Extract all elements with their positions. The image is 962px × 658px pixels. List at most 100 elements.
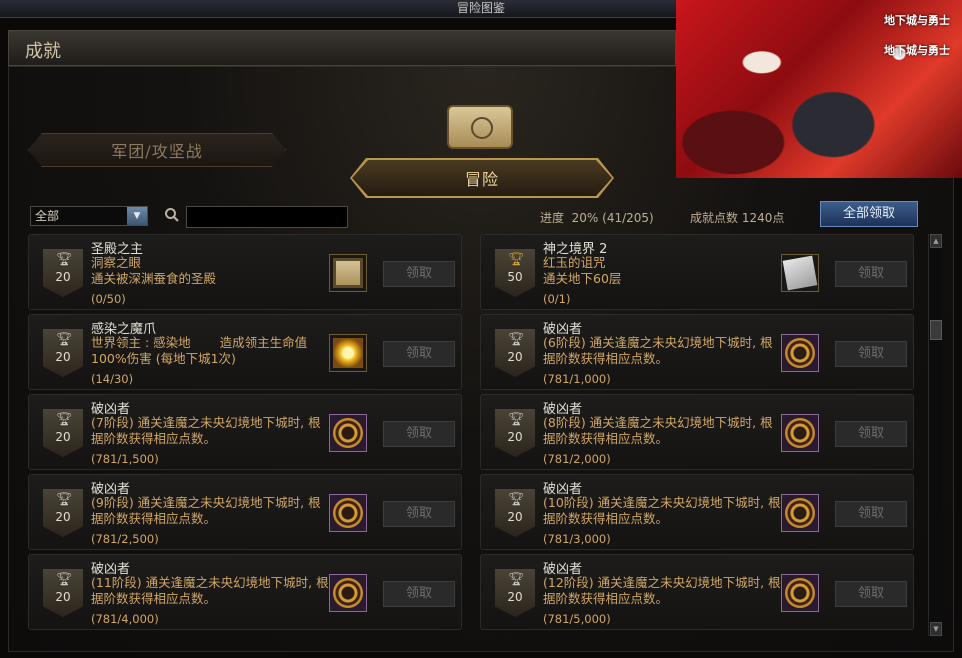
points-summary: 成就点数 1240点 <box>690 209 784 226</box>
reward-item[interactable] <box>781 254 819 292</box>
achievement-description: (11阶段) 通关逢魔之未央幻境地下城时, 根据阶数获得相应点数。 <box>91 575 329 606</box>
claim-button[interactable]: 领取 <box>835 501 907 527</box>
reward-item[interactable] <box>329 334 367 372</box>
progress-label: 进度 <box>540 211 565 225</box>
category-filter-select[interactable]: 全部 ▼ <box>30 206 148 226</box>
achievement-card: 🏆︎ 20 破凶者 (10阶段) 通关逢魔之未央幻境地下城时, 根据阶数获得相应点数。… <box>480 474 914 550</box>
claim-button[interactable]: 领取 <box>383 501 455 527</box>
points-value: 1240点 <box>741 211 785 225</box>
reward-item[interactable] <box>329 254 367 292</box>
trophy-icon: 🏆︎ <box>508 572 525 587</box>
achievement-progress: (781/1,500) <box>91 452 159 466</box>
progress-percent: 20% <box>571 211 599 225</box>
achievement-card: 🏆︎ 20 破凶者 (6阶段) 通关逢魔之未央幻境地下城时, 根据阶数获得相应点数。(… <box>480 314 914 390</box>
chevron-down-icon[interactable]: ▼ <box>127 207 147 225</box>
trophy-medal: 🏆︎ 20 <box>495 329 535 377</box>
game-logo-secondary: 地下城与勇士 <box>884 44 950 57</box>
tab-adventure[interactable]: 冒险 <box>352 160 612 196</box>
scroll-thumb[interactable] <box>930 320 942 340</box>
achievement-card: 🏆︎ 20 感染之魔爪 世界领主 : 感染地 造成领主生命值100%伤害 (每地下城1… <box>28 314 462 390</box>
achievement-description: (12阶段) 通关逢魔之未央幻境地下城时, 根据阶数获得相应点数。 <box>543 575 781 606</box>
achievement-description: 世界领主 : 感染地 造成领主生命值100%伤害 (每地下城1次) <box>91 335 308 366</box>
reward-item[interactable] <box>781 574 819 612</box>
claim-button[interactable]: 领取 <box>383 261 455 287</box>
achievement-points: 50 <box>507 270 523 284</box>
adventure-scroll-icon <box>428 95 532 159</box>
achievement-progress: (781/1,000) <box>543 372 611 386</box>
trophy-medal: 🏆︎ 20 <box>43 329 83 377</box>
claim-button[interactable]: 领取 <box>835 261 907 287</box>
achievement-progress: (781/3,000) <box>543 532 611 546</box>
achievement-progress: (0/1) <box>543 292 571 306</box>
achievement-card: 🏆︎ 20 圣殿之主 洞察之眼 通关被深渊蚕食的圣殿 (0/50) 领取 <box>28 234 462 310</box>
achievement-progress: (781/2,000) <box>543 452 611 466</box>
achievement-card: 🏆︎ 20 破凶者 (8阶段) 通关逢魔之未央幻境地下城时, 根据阶数获得相应点数。(… <box>480 394 914 470</box>
achievement-progress: (781/5,000) <box>543 612 611 626</box>
reward-item[interactable] <box>329 574 367 612</box>
achievement-card: 🏆︎ 20 破凶者 (9阶段) 通关逢魔之未央幻境地下城时, 根据阶数获得相应点数。(… <box>28 474 462 550</box>
emblem-icon <box>785 418 815 448</box>
points-label: 成就点数 <box>690 211 739 225</box>
achievement-points: 20 <box>55 350 71 364</box>
achievement-progress: (781/4,000) <box>91 612 159 626</box>
achievement-points: 20 <box>507 430 523 444</box>
achievement-card: 🏆︎ 20 破凶者 (7阶段) 通关逢魔之未央幻境地下城时, 根据阶数获得相应点数。(… <box>28 394 462 470</box>
claim-all-button[interactable]: 全部领取 <box>820 201 918 227</box>
trophy-icon: 🏆︎ <box>56 332 73 347</box>
progress-count: (41/205) <box>602 211 654 225</box>
trophy-icon: 🏆︎ <box>56 412 73 427</box>
trophy-medal: 🏆︎ 20 <box>43 249 83 297</box>
emblem-icon <box>333 578 363 608</box>
trophy-icon: 🏆︎ <box>508 252 525 267</box>
paper-icon <box>782 255 818 291</box>
achievement-card: 🏆︎ 20 破凶者 (11阶段) 通关逢魔之未央幻境地下城时, 根据阶数获得相应点数。… <box>28 554 462 630</box>
emblem-icon <box>785 338 815 368</box>
reward-item[interactable] <box>329 414 367 452</box>
trophy-medal: 🏆︎ 20 <box>43 409 83 457</box>
filter-selected-value: 全部 <box>35 209 60 223</box>
trophy-medal: 🏆︎ 20 <box>43 569 83 617</box>
game-logo: 地下城与勇士 <box>884 14 950 27</box>
search-icon <box>165 208 179 222</box>
achievement-list: 🏆︎ 20 圣殿之主 洞察之眼 通关被深渊蚕食的圣殿 (0/50) 领取 🏆︎ 50 神之境界 … <box>28 234 914 636</box>
achievement-points: 20 <box>55 510 71 524</box>
reward-item[interactable] <box>781 494 819 532</box>
list-scrollbar[interactable]: ▲ ▼ <box>928 234 942 636</box>
reward-item[interactable] <box>781 414 819 452</box>
scroll-down-icon[interactable]: ▼ <box>930 622 942 636</box>
achievement-card: 🏆︎ 20 破凶者 (12阶段) 通关逢魔之未央幻境地下城时, 根据阶数获得相应点数。… <box>480 554 914 630</box>
claim-button[interactable]: 领取 <box>383 341 455 367</box>
promo-banner[interactable]: 地下城与勇士 地下城与勇士 <box>676 0 962 178</box>
claim-button[interactable]: 领取 <box>835 581 907 607</box>
reward-item[interactable] <box>329 494 367 532</box>
section-header: 成就 <box>8 30 676 66</box>
trophy-medal: 🏆︎ 20 <box>495 569 535 617</box>
achievement-progress: (0/50) <box>91 292 126 306</box>
trophy-medal: 🏆︎ 50 <box>495 249 535 297</box>
achievement-card: 🏆︎ 50 神之境界 2 红玉的诅咒 通关地下60层 (0/1) 领取 <box>480 234 914 310</box>
chest-icon <box>333 258 363 288</box>
emblem-icon <box>333 498 363 528</box>
achievement-points: 20 <box>55 430 71 444</box>
claim-button[interactable]: 领取 <box>835 421 907 447</box>
emblem-icon <box>785 498 815 528</box>
claim-button[interactable]: 领取 <box>835 341 907 367</box>
achievement-progress: (14/30) <box>91 372 134 386</box>
achievement-points: 20 <box>55 590 71 604</box>
trophy-icon: 🏆︎ <box>56 492 73 507</box>
trophy-icon: 🏆︎ <box>508 332 525 347</box>
trophy-medal: 🏆︎ 20 <box>495 489 535 537</box>
trophy-icon: 🏆︎ <box>508 492 525 507</box>
claim-button[interactable]: 领取 <box>383 421 455 447</box>
claim-button[interactable]: 领取 <box>383 581 455 607</box>
achievement-description: (6阶段) 通关逢魔之未央幻境地下城时, 根据阶数获得相应点数。 <box>543 335 773 366</box>
tab-legion-raid[interactable]: 军团/攻坚战 <box>28 133 286 167</box>
achievement-description: 红玉的诅咒 通关地下60层 <box>543 255 622 286</box>
reward-item[interactable] <box>781 334 819 372</box>
scroll-up-icon[interactable]: ▲ <box>930 234 942 248</box>
achievement-points: 20 <box>507 590 523 604</box>
search-input[interactable] <box>186 206 348 228</box>
trophy-medal: 🏆︎ 20 <box>495 409 535 457</box>
section-title: 成就 <box>25 41 61 62</box>
achievement-points: 20 <box>55 270 71 284</box>
